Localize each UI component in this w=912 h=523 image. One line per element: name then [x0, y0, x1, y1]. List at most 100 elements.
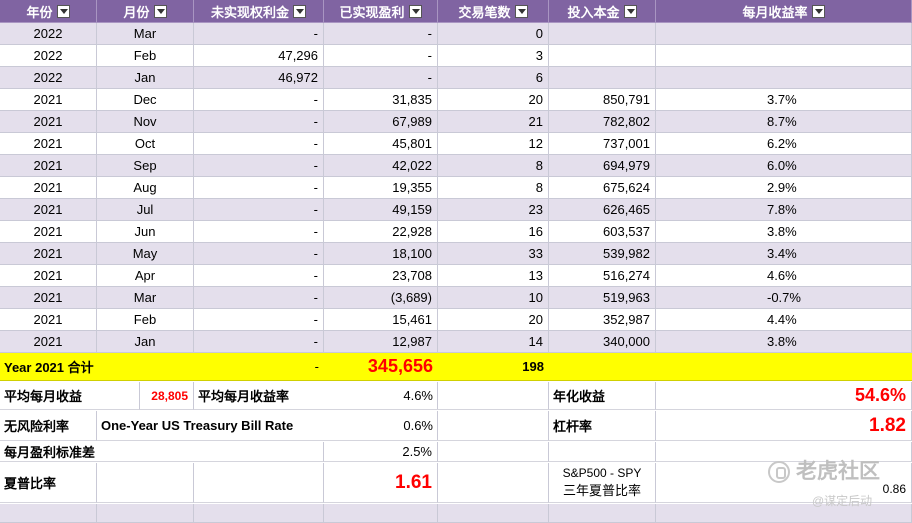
cell-rate[interactable]: 6.0%: [656, 155, 912, 177]
cell-unrealized[interactable]: -: [194, 89, 324, 111]
cell-trades[interactable]: 8: [438, 155, 549, 177]
summary-empty-cell[interactable]: [438, 382, 549, 410]
cell-capital[interactable]: 539,982: [549, 243, 656, 265]
cell-unrealized[interactable]: -: [194, 23, 324, 45]
summary-empty-cell[interactable]: [438, 411, 549, 441]
cell-capital[interactable]: 603,537: [549, 221, 656, 243]
cell-realized[interactable]: 15,461: [324, 309, 438, 331]
cell-unrealized[interactable]: -: [194, 177, 324, 199]
cell-trades[interactable]: 33: [438, 243, 549, 265]
cell-rate[interactable]: 3.7%: [656, 89, 912, 111]
cell-unrealized[interactable]: 47,296: [194, 45, 324, 67]
spy-label-cell[interactable]: S&P500 - SPY 三年夏普比率: [549, 463, 656, 503]
cell-month[interactable]: Aug: [97, 177, 194, 199]
cell-year[interactable]: 2022: [0, 23, 97, 45]
summary-empty-cell[interactable]: [194, 442, 324, 462]
cell-year[interactable]: 2021: [0, 199, 97, 221]
filter-dropdown-icon[interactable]: [514, 4, 528, 18]
cell-realized[interactable]: 12,987: [324, 331, 438, 353]
filler-cell[interactable]: [194, 504, 324, 523]
cell-month[interactable]: Mar: [97, 287, 194, 309]
cell-realized[interactable]: 19,355: [324, 177, 438, 199]
filter-dropdown-icon[interactable]: [623, 4, 637, 18]
cell-rate[interactable]: 2.9%: [656, 177, 912, 199]
cell-realized[interactable]: 18,100: [324, 243, 438, 265]
filter-dropdown-icon[interactable]: [408, 4, 422, 18]
cell-trades[interactable]: 12: [438, 133, 549, 155]
cell-trades[interactable]: 20: [438, 309, 549, 331]
risk-free-value[interactable]: 0.6%: [324, 411, 438, 441]
leverage-label[interactable]: 杠杆率: [549, 411, 656, 441]
cell-unrealized[interactable]: -: [194, 155, 324, 177]
cell-year[interactable]: 2021: [0, 221, 97, 243]
cell-capital[interactable]: 782,802: [549, 111, 656, 133]
cell-rate[interactable]: [656, 67, 912, 89]
cell-realized[interactable]: 22,928: [324, 221, 438, 243]
cell-trades[interactable]: 23: [438, 199, 549, 221]
summary-empty-cell[interactable]: [194, 463, 324, 503]
cell-unrealized[interactable]: -: [194, 309, 324, 331]
std-label[interactable]: 每月盈利标准差: [0, 442, 194, 462]
cell-capital[interactable]: [549, 67, 656, 89]
cell-realized[interactable]: -: [324, 45, 438, 67]
cell-month[interactable]: Jan: [97, 67, 194, 89]
cell-trades[interactable]: 14: [438, 331, 549, 353]
filter-dropdown-icon[interactable]: [153, 4, 167, 18]
cell-month[interactable]: Jun: [97, 221, 194, 243]
cell-unrealized[interactable]: -: [194, 331, 324, 353]
cell-realized[interactable]: -: [324, 67, 438, 89]
summary-empty-cell[interactable]: [97, 463, 194, 503]
std-value[interactable]: 2.5%: [324, 442, 438, 462]
header-realized[interactable]: 已实现盈利: [324, 0, 438, 23]
cell-unrealized[interactable]: -: [194, 243, 324, 265]
total-unrealized[interactable]: -: [194, 353, 324, 381]
filler-cell[interactable]: [0, 504, 97, 523]
filler-cell[interactable]: [324, 504, 438, 523]
cell-trades[interactable]: 6: [438, 67, 549, 89]
cell-capital[interactable]: 519,963: [549, 287, 656, 309]
cell-month[interactable]: Apr: [97, 265, 194, 287]
total-label[interactable]: Year 2021 合计: [0, 353, 194, 381]
cell-month[interactable]: Nov: [97, 111, 194, 133]
total-rate[interactable]: [656, 353, 912, 381]
header-month[interactable]: 月份: [97, 0, 194, 23]
cell-realized[interactable]: 42,022: [324, 155, 438, 177]
cell-unrealized[interactable]: -: [194, 111, 324, 133]
header-trades[interactable]: 交易笔数: [438, 0, 549, 23]
filter-dropdown-icon[interactable]: [811, 4, 825, 18]
sharpe-value[interactable]: 1.61: [324, 463, 438, 503]
cell-rate[interactable]: -0.7%: [656, 287, 912, 309]
cell-year[interactable]: 2021: [0, 309, 97, 331]
cell-rate[interactable]: 4.4%: [656, 309, 912, 331]
cell-year[interactable]: 2022: [0, 67, 97, 89]
cell-unrealized[interactable]: 46,972: [194, 67, 324, 89]
cell-capital[interactable]: 516,274: [549, 265, 656, 287]
cell-unrealized[interactable]: -: [194, 133, 324, 155]
total-trades[interactable]: 198: [438, 353, 549, 381]
cell-month[interactable]: May: [97, 243, 194, 265]
cell-year[interactable]: 2021: [0, 133, 97, 155]
cell-trades[interactable]: 10: [438, 287, 549, 309]
cell-capital[interactable]: 340,000: [549, 331, 656, 353]
cell-rate[interactable]: 7.8%: [656, 199, 912, 221]
cell-month[interactable]: Feb: [97, 309, 194, 331]
summary-empty-cell[interactable]: [438, 463, 549, 503]
cell-capital[interactable]: 850,791: [549, 89, 656, 111]
cell-year[interactable]: 2022: [0, 45, 97, 67]
avg-monthly-profit-value[interactable]: 28,805: [140, 382, 194, 410]
sharpe-label[interactable]: 夏普比率: [0, 463, 97, 503]
cell-month[interactable]: Oct: [97, 133, 194, 155]
cell-trades[interactable]: 20: [438, 89, 549, 111]
annual-return-label[interactable]: 年化收益: [549, 382, 656, 410]
annual-return-value[interactable]: 54.6%: [656, 382, 912, 410]
cell-month[interactable]: Dec: [97, 89, 194, 111]
cell-trades[interactable]: 3: [438, 45, 549, 67]
leverage-value[interactable]: 1.82: [656, 411, 912, 441]
cell-trades[interactable]: 16: [438, 221, 549, 243]
cell-realized[interactable]: 23,708: [324, 265, 438, 287]
summary-empty-cell[interactable]: [549, 442, 656, 462]
filler-cell[interactable]: [438, 504, 549, 523]
cell-rate[interactable]: 3.8%: [656, 331, 912, 353]
cell-month[interactable]: Mar: [97, 23, 194, 45]
header-unrealized[interactable]: 未实现权利金: [194, 0, 324, 23]
